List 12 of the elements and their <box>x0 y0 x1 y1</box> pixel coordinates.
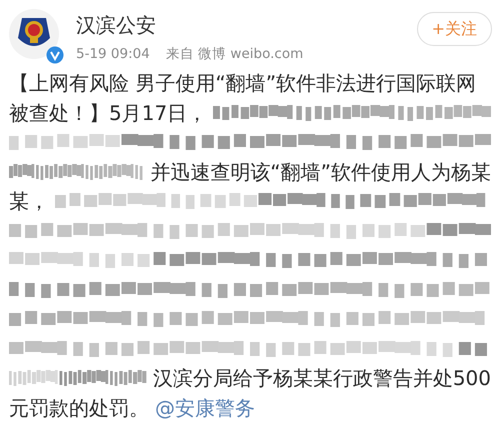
police-badge-icon <box>8 8 60 60</box>
mention-link[interactable]: @安康警务 <box>155 392 255 422</box>
post-text: 被查处！】5月17日， <box>9 100 208 126</box>
post-source: 来自 微博 weibo.com <box>166 45 304 64</box>
post-time: 5-19 09:04 <box>76 45 150 64</box>
post-text: 【上网有风险 男子使用“翻墙”软件非法进行国际联网 <box>9 70 476 97</box>
post-text: 并迅速查明该“翻墙”软件使用人为杨某 <box>150 158 491 186</box>
follow-button[interactable]: +关注 <box>416 12 492 46</box>
post-text: 某， <box>9 188 49 215</box>
post-text: 汉滨分局给予杨某某行政警告并处500 <box>152 365 491 392</box>
post-text: 元罚款的处罚。 <box>9 394 149 422</box>
account-name[interactable]: 汉滨公安 <box>76 12 401 38</box>
